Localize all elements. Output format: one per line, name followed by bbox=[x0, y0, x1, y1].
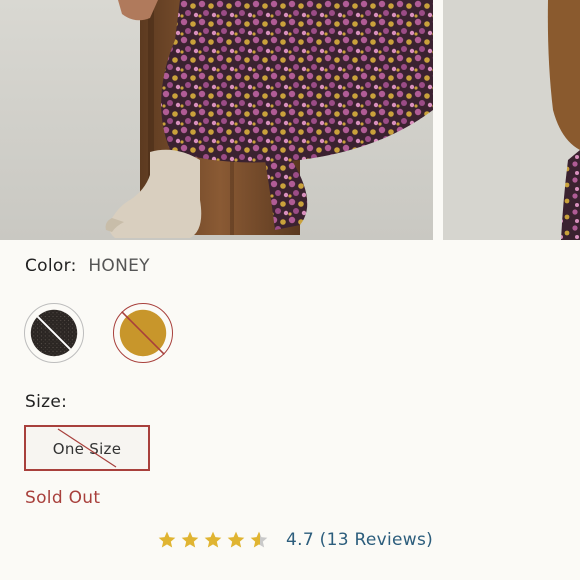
star-icon bbox=[181, 531, 199, 548]
star-icon bbox=[204, 531, 222, 548]
size-label: Size: bbox=[25, 392, 68, 412]
swatch-black-graphic bbox=[30, 309, 78, 357]
product-photo-next[interactable] bbox=[443, 0, 580, 240]
strikethrough-icon bbox=[57, 428, 117, 468]
color-heading: Color: HONEY bbox=[25, 256, 150, 276]
color-label: Color: bbox=[25, 256, 77, 276]
reviews-link[interactable]: 4.7 (13 Reviews) bbox=[286, 530, 433, 550]
product-rating[interactable]: 4.7 (13 Reviews) bbox=[157, 528, 433, 552]
star-icon bbox=[158, 531, 176, 548]
review-count: (13 Reviews) bbox=[319, 530, 434, 550]
size-option-one-size[interactable]: One Size bbox=[24, 425, 150, 471]
swatch-honey-graphic bbox=[119, 309, 167, 357]
star-half-icon bbox=[250, 531, 268, 548]
product-image-gallery[interactable] bbox=[0, 0, 580, 240]
selected-color-value: HONEY bbox=[88, 256, 150, 276]
model-photo-partial bbox=[443, 0, 580, 240]
color-swatch-honey[interactable] bbox=[113, 303, 173, 363]
color-swatch-black[interactable] bbox=[24, 303, 84, 363]
star-icon bbox=[227, 531, 245, 548]
product-photo-main[interactable] bbox=[0, 0, 433, 240]
rating-value: 4.7 bbox=[286, 530, 314, 550]
rating-stars bbox=[157, 530, 272, 550]
stock-status: Sold Out bbox=[25, 488, 101, 508]
model-photo bbox=[0, 0, 433, 240]
